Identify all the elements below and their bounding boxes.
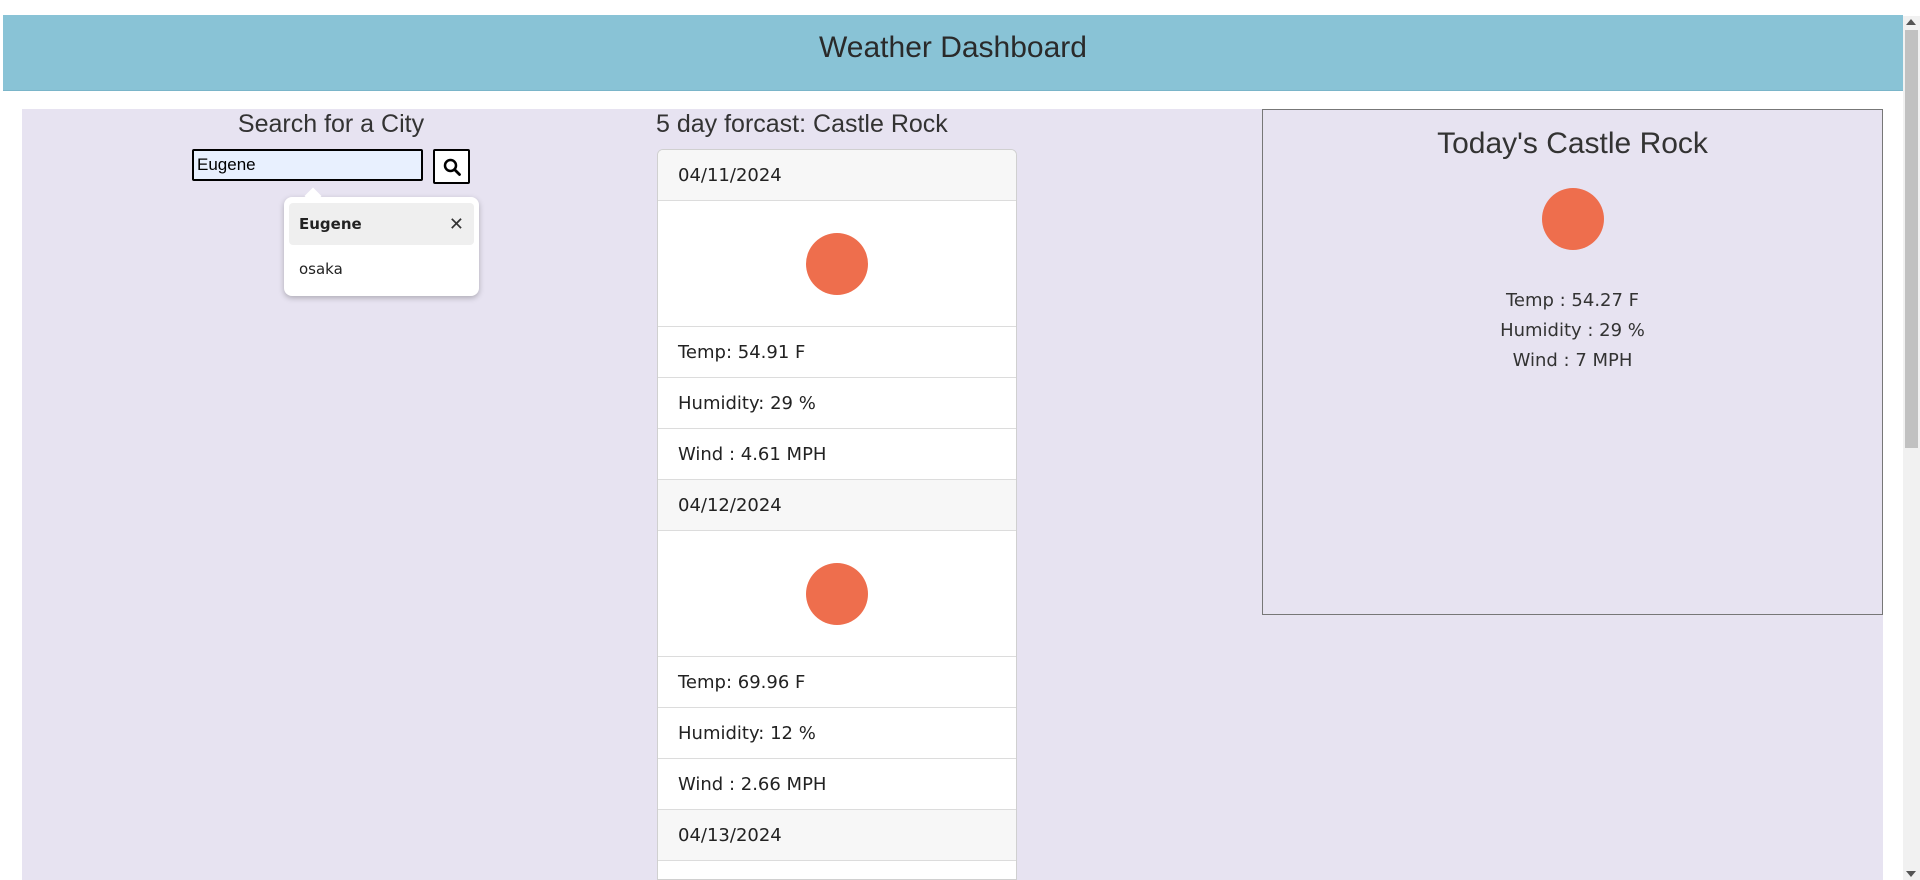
header: Weather Dashboard (3, 15, 1903, 91)
today-temp: Temp : 54.27 F (1505, 290, 1640, 311)
scroll-up-arrow-icon[interactable] (1906, 19, 1916, 25)
history-item-label: Eugene (299, 215, 362, 233)
search-button[interactable] (433, 149, 470, 184)
today-wind: Wind : 7 MPH (1512, 350, 1633, 371)
today-humidity: Humidity : 29 % (1500, 320, 1645, 341)
search-history-dropdown: Eugene ✕ osaka (284, 197, 479, 296)
forecast-wind: Wind : 2.66 MPH (658, 759, 1016, 810)
page-title: Weather Dashboard (819, 31, 1087, 64)
history-item-label: osaka (299, 260, 343, 278)
today-weather-card: Today's Castle Rock Temp : 54.27 F Humid… (1262, 109, 1883, 615)
history-item-osaka[interactable]: osaka (289, 248, 474, 290)
forecast-date: 04/12/2024 (658, 480, 1016, 531)
forecast-title: 5 day forcast: Castle Rock (656, 110, 948, 138)
today-title: Today's Castle Rock (1437, 127, 1708, 160)
forecast-weather-icon-row (658, 531, 1016, 657)
forecast-date: 04/13/2024 (658, 810, 1016, 861)
page-scrollbar[interactable] (1903, 16, 1920, 880)
history-item-eugene[interactable]: Eugene ✕ (289, 203, 474, 245)
forecast-list: 04/11/2024 Temp: 54.91 F Humidity: 29 % … (657, 149, 1017, 880)
sun-icon (1542, 188, 1604, 250)
search-title: Search for a City (237, 110, 425, 138)
forecast-weather-icon-row (658, 201, 1016, 327)
forecast-date: 04/11/2024 (658, 150, 1016, 201)
scroll-down-arrow-icon[interactable] (1906, 871, 1916, 877)
forecast-temp: Temp: 54.91 F (658, 327, 1016, 378)
sun-icon (806, 232, 868, 295)
scrollbar-thumb[interactable] (1905, 30, 1918, 448)
sun-icon (806, 562, 868, 625)
city-search-input[interactable] (192, 149, 423, 181)
today-stats: Temp : 54.27 F Humidity : 29 % Wind : 7 … (1263, 286, 1882, 376)
search-icon (443, 158, 461, 176)
forecast-humidity: Humidity: 29 % (658, 378, 1016, 429)
close-icon[interactable]: ✕ (449, 214, 464, 235)
forecast-temp: Temp: 69.96 F (658, 657, 1016, 708)
forecast-wind: Wind : 4.61 MPH (658, 429, 1016, 480)
forecast-humidity: Humidity: 12 % (658, 708, 1016, 759)
